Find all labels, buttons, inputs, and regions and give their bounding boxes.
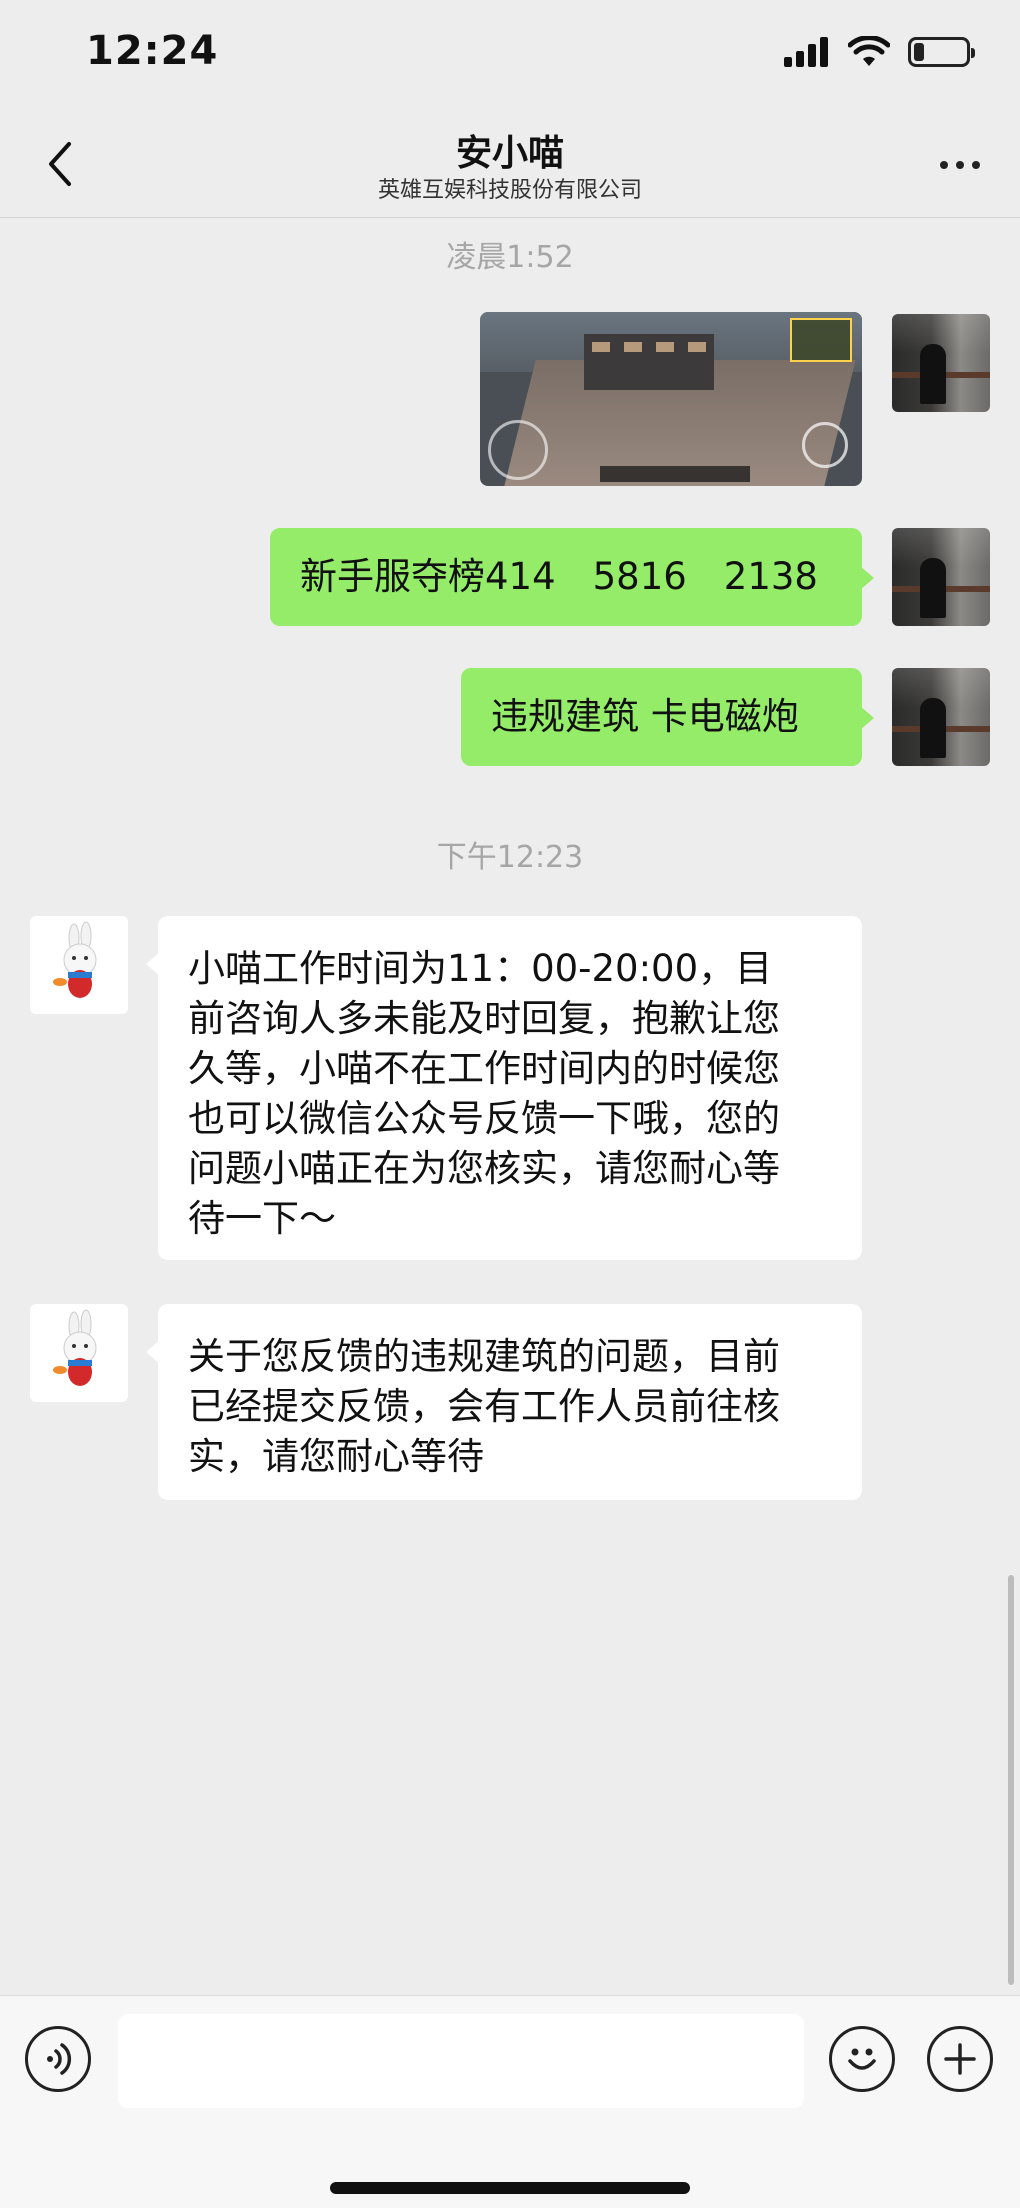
timestamp: 下午12:23: [436, 840, 584, 875]
message-text: 新手服夺榜414 5816 2138: [300, 555, 818, 598]
avatar[interactable]: [30, 916, 128, 1014]
chat-subtitle: 英雄互娱科技股份有限公司: [377, 178, 642, 203]
message-text: 小喵工作时间为11：00-20:00，目 前咨询人多未能及时回复，抱歉让您 久等…: [188, 947, 780, 1240]
avatar[interactable]: [892, 314, 990, 412]
battery-icon: [908, 37, 975, 67]
plus-icon: [944, 2043, 976, 2075]
avatar[interactable]: [892, 528, 990, 626]
signal-icon: [784, 37, 828, 67]
image-weapon-bar: [600, 466, 750, 482]
scrollbar[interactable]: [1008, 1575, 1014, 1985]
image-building: [584, 334, 714, 390]
image-message[interactable]: [480, 312, 862, 486]
message-bubble[interactable]: 小喵工作时间为11：00-20:00，目 前咨询人多未能及时回复，抱歉让您 久等…: [146, 916, 862, 1260]
image-joystick: [488, 420, 548, 480]
message-bubble[interactable]: 关于您反馈的违规建筑的问题，目前 已经提交反馈，会有工作人员前往核 实，请您耐心…: [146, 1304, 862, 1500]
image-minimap: [790, 318, 852, 362]
emoji-button[interactable]: [829, 2026, 895, 2092]
chat-title: 安小喵: [455, 133, 564, 174]
avatar[interactable]: [892, 668, 990, 766]
message-text: 违规建筑 卡电磁炮: [491, 695, 799, 738]
chat-screen: 12:24 安小喵 英雄互娱科技股份有限公司 凌晨1:52 新手服夺榜414 5…: [0, 0, 1020, 2208]
status-icons: [784, 36, 975, 68]
message-input[interactable]: [118, 2014, 804, 2108]
input-bar: [0, 1995, 1020, 2208]
ellipsis-icon-dot: [940, 161, 948, 169]
timestamp: 凌晨1:52: [446, 240, 574, 275]
message-bubble[interactable]: 违规建筑 卡电磁炮: [461, 668, 874, 766]
avatar[interactable]: [30, 1304, 128, 1402]
more-button[interactable]: [930, 140, 990, 190]
ellipsis-icon-dot: [956, 161, 964, 169]
bunny-mascot-icon: [53, 921, 97, 998]
status-bar: 12:24: [0, 0, 1020, 110]
battery-level: [914, 43, 924, 61]
wifi-icon: [848, 36, 890, 66]
smiley-icon: [848, 2048, 876, 2070]
home-indicator: [330, 2182, 690, 2194]
message-bubble[interactable]: 新手服夺榜414 5816 2138: [270, 528, 874, 626]
voice-icon: [47, 2043, 72, 2075]
more-actions-button[interactable]: [927, 2026, 993, 2092]
voice-button[interactable]: [25, 2026, 91, 2092]
message-text: 关于您反馈的违规建筑的问题，目前 已经提交反馈，会有工作人员前往核 实，请您耐心…: [188, 1335, 780, 1478]
status-time: 12:24: [86, 28, 219, 74]
bunny-mascot-icon: [53, 1309, 97, 1386]
ellipsis-icon-dot: [972, 161, 980, 169]
image-fire-button: [802, 422, 848, 468]
chat-header: 安小喵 英雄互娱科技股份有限公司: [0, 110, 1020, 218]
